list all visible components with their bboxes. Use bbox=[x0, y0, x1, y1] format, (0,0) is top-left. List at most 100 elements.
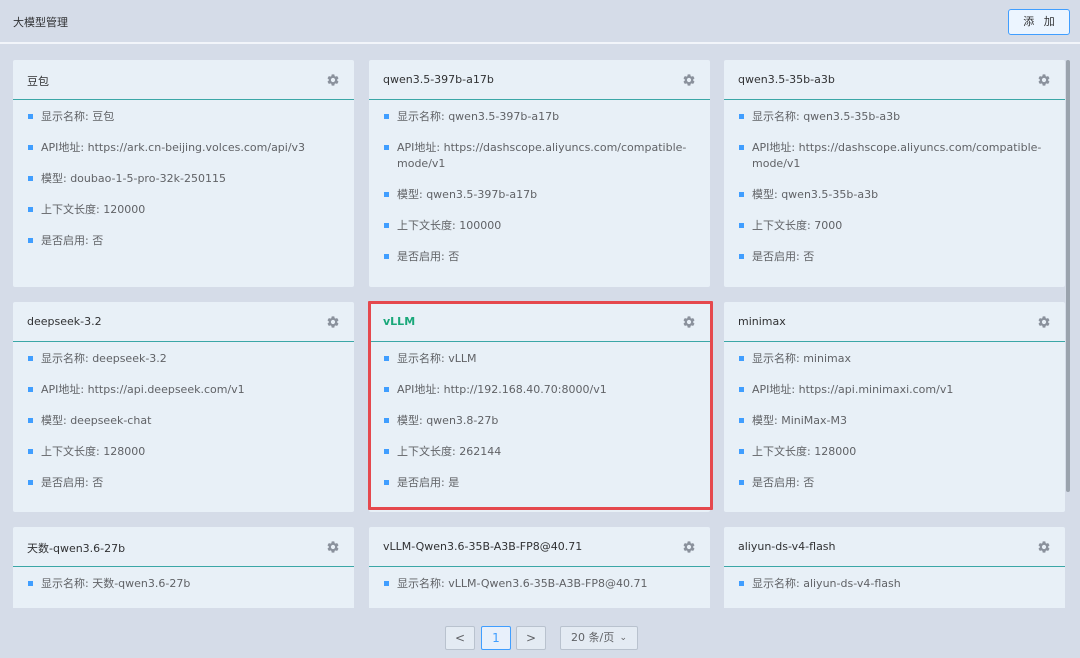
gear-icon[interactable] bbox=[682, 315, 696, 329]
context-length-row: 上下文长度: 7000 bbox=[724, 218, 1065, 234]
field-value: https://api.deepseek.com/v1 bbox=[87, 383, 245, 396]
bullet-icon bbox=[28, 449, 33, 454]
model-card: 豆包 显示名称: 豆包 API地址: https://ark.cn-beijing.… bbox=[13, 60, 354, 287]
field-value: deepseek-3.2 bbox=[92, 352, 167, 365]
field-label: 上下文长度: bbox=[397, 219, 460, 232]
page-1-button[interactable]: 1 bbox=[481, 626, 511, 650]
prev-page-button[interactable]: < bbox=[445, 626, 475, 650]
field-value: 天数-qwen3.6-27b bbox=[92, 577, 191, 590]
field-value: qwen3.5-397b-a17b bbox=[426, 188, 538, 201]
field-value: 豆包 bbox=[92, 110, 115, 123]
bullet-icon bbox=[28, 581, 33, 586]
bullet-icon bbox=[384, 480, 389, 485]
card-header: aliyun-ds-v4-flash bbox=[724, 527, 1065, 567]
model-card: qwen3.5-397b-a17b 显示名称: qwen3.5-397b-a17b… bbox=[369, 60, 710, 287]
scrollbar-thumb[interactable] bbox=[1066, 60, 1070, 492]
field-value: http://192.168.40.70:8000/v1 bbox=[443, 383, 607, 396]
bullet-icon bbox=[384, 418, 389, 423]
model-card: aliyun-ds-v4-flash 显示名称: aliyun-ds-v4-fla… bbox=[724, 527, 1065, 608]
bullet-icon bbox=[739, 387, 744, 392]
field-value: aliyun-ds-v4-flash bbox=[803, 577, 901, 590]
model-card-grid: 豆包 显示名称: 豆包 API地址: https://ark.cn-beijing.… bbox=[0, 46, 1080, 608]
enabled-row: 是否启用: 是 bbox=[369, 475, 710, 491]
gear-icon[interactable] bbox=[326, 315, 340, 329]
card-body: 显示名称: aliyun-ds-v4-flash bbox=[724, 567, 1065, 592]
card-header: qwen3.5-35b-a3b bbox=[724, 60, 1065, 100]
card-header: qwen3.5-397b-a17b bbox=[369, 60, 710, 100]
enabled-row: 是否启用: 否 bbox=[13, 233, 354, 249]
field-value: https://api.minimaxi.com/v1 bbox=[798, 383, 954, 396]
bullet-icon bbox=[739, 449, 744, 454]
bullet-icon bbox=[384, 145, 389, 150]
card-body: 显示名称: vLLM-Qwen3.6-35B-A3B-FP8@40.71 bbox=[369, 567, 710, 592]
card-header: deepseek-3.2 bbox=[13, 302, 354, 342]
field-value: https://ark.cn-beijing.volces.com/api/v3 bbox=[87, 141, 306, 154]
model-card: deepseek-3.2 显示名称: deepseek-3.2 API地址: htt… bbox=[13, 302, 354, 512]
bullet-icon bbox=[28, 176, 33, 181]
field-value: deepseek-chat bbox=[70, 414, 152, 427]
bullet-icon bbox=[28, 145, 33, 150]
display-name-row: 显示名称: minimax bbox=[724, 351, 1065, 367]
gear-icon[interactable] bbox=[1037, 315, 1051, 329]
field-value: 128000 bbox=[103, 445, 146, 458]
gear-icon[interactable] bbox=[326, 540, 340, 554]
api-address-row: API地址: https://ark.cn-beijing.volces.com… bbox=[13, 140, 354, 156]
bullet-icon bbox=[739, 418, 744, 423]
bullet-icon bbox=[384, 114, 389, 119]
top-bar: 大模型管理 添 加 bbox=[0, 0, 1080, 44]
card-title: qwen3.5-397b-a17b bbox=[383, 73, 494, 86]
card-title: minimax bbox=[738, 315, 786, 328]
display-name-row: 显示名称: 天数-qwen3.6-27b bbox=[13, 576, 354, 592]
field-label: 上下文长度: bbox=[752, 219, 815, 232]
field-value: 否 bbox=[803, 476, 815, 489]
bullet-icon bbox=[28, 238, 33, 243]
field-label: 显示名称: bbox=[41, 352, 93, 365]
display-name-row: 显示名称: vLLM-Qwen3.6-35B-A3B-FP8@40.71 bbox=[369, 576, 710, 592]
model-row: 模型: doubao-1-5-pro-32k-250115 bbox=[13, 171, 354, 187]
field-label: 模型: bbox=[41, 172, 71, 185]
field-value: 100000 bbox=[459, 219, 502, 232]
gear-icon[interactable] bbox=[326, 73, 340, 87]
field-value: MiniMax-M3 bbox=[781, 414, 847, 427]
field-label: 显示名称: bbox=[752, 110, 804, 123]
bullet-icon bbox=[739, 356, 744, 361]
enabled-row: 是否启用: 否 bbox=[369, 249, 710, 265]
card-title: 豆包 bbox=[27, 75, 49, 88]
bullet-icon bbox=[384, 192, 389, 197]
chevron-down-icon: ⌄ bbox=[619, 633, 627, 643]
field-value: minimax bbox=[803, 352, 851, 365]
field-label: 是否启用: bbox=[397, 250, 449, 263]
add-button[interactable]: 添 加 bbox=[1008, 9, 1070, 35]
field-label: 显示名称: bbox=[41, 110, 93, 123]
field-label: 上下文长度: bbox=[397, 445, 460, 458]
bullet-icon bbox=[384, 581, 389, 586]
next-page-button[interactable]: > bbox=[516, 626, 546, 650]
bullet-icon bbox=[739, 581, 744, 586]
field-value: qwen3.5-35b-a3b bbox=[781, 188, 879, 201]
model-card: qwen3.5-35b-a3b 显示名称: qwen3.5-35b-a3b API地… bbox=[724, 60, 1065, 287]
field-value: qwen3.8-27b bbox=[426, 414, 499, 427]
gear-icon[interactable] bbox=[1037, 540, 1051, 554]
field-label: API地址: bbox=[41, 383, 88, 396]
field-label: API地址: bbox=[752, 383, 799, 396]
page-size-select[interactable]: 20 条/页 ⌄ bbox=[560, 626, 638, 650]
field-value: vLLM-Qwen3.6-35B-A3B-FP8@40.71 bbox=[448, 577, 648, 590]
gear-icon[interactable] bbox=[682, 540, 696, 554]
context-length-row: 上下文长度: 262144 bbox=[369, 444, 710, 460]
display-name-row: 显示名称: qwen3.5-35b-a3b bbox=[724, 109, 1065, 125]
bullet-icon bbox=[739, 145, 744, 150]
page-size-value: 20 条/页 bbox=[571, 631, 615, 644]
enabled-row: 是否启用: 否 bbox=[724, 249, 1065, 265]
model-row: 模型: qwen3.5-35b-a3b bbox=[724, 187, 1065, 203]
bullet-icon bbox=[384, 254, 389, 259]
model-row: 模型: deepseek-chat bbox=[13, 413, 354, 429]
gear-icon[interactable] bbox=[682, 73, 696, 87]
field-label: API地址: bbox=[397, 141, 444, 154]
card-title: qwen3.5-35b-a3b bbox=[738, 73, 835, 86]
field-label: API地址: bbox=[752, 141, 799, 154]
field-label: 显示名称: bbox=[397, 352, 449, 365]
display-name-row: 显示名称: deepseek-3.2 bbox=[13, 351, 354, 367]
card-body: 显示名称: 天数-qwen3.6-27b bbox=[13, 567, 354, 592]
gear-icon[interactable] bbox=[1037, 73, 1051, 87]
bullet-icon bbox=[739, 114, 744, 119]
